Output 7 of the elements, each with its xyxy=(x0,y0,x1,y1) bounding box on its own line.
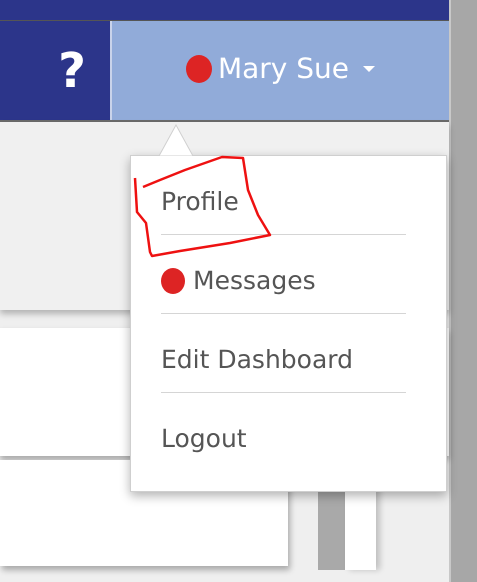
user-name: Mary Sue xyxy=(218,50,350,86)
menu-item[interactable]: Edit Dashboard xyxy=(161,341,353,379)
menu-item[interactable]: Profile xyxy=(161,183,239,221)
menu-item[interactable]: Logout xyxy=(161,420,247,458)
help-button[interactable]: ? xyxy=(0,21,112,120)
caret-icon xyxy=(363,66,376,72)
menu-item[interactable]: Messages xyxy=(193,262,316,300)
